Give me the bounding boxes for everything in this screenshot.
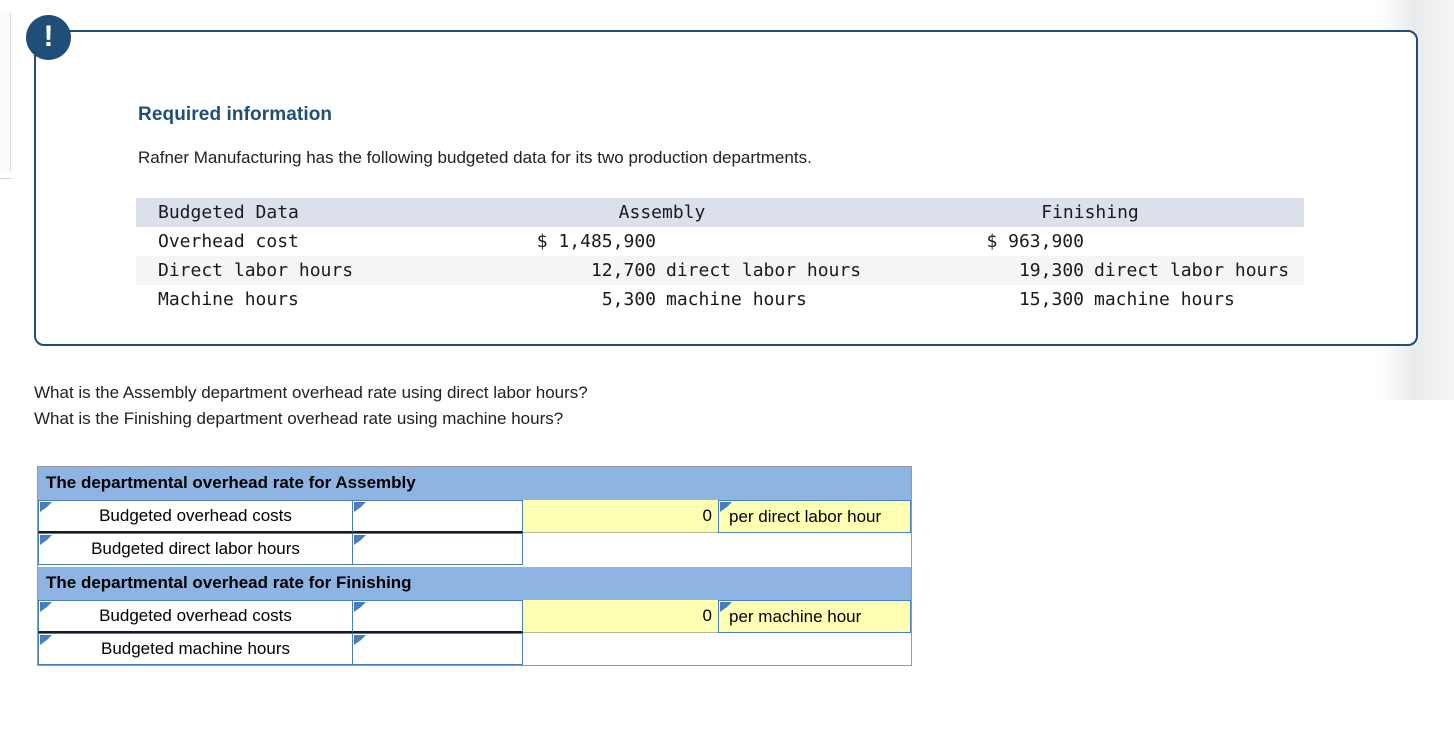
question-text: What is the Assembly department overhead… — [34, 380, 588, 433]
finishing-rate-unit[interactable]: per machine hour — [718, 600, 911, 633]
assembly-rate-result: 0 — [523, 500, 718, 533]
assembly-section-title: The departmental overhead rate for Assem… — [38, 467, 911, 500]
assembly-direct-labor-hours-unit: direct labor hours — [666, 259, 862, 281]
assembly-overhead-cost-unit — [662, 227, 876, 256]
row-label-machine-hours: Machine hours — [158, 289, 299, 310]
header-budgeted-data: Budgeted Data — [158, 202, 299, 223]
assembly-denominator-input[interactable] — [353, 533, 523, 565]
assembly-numerator-input[interactable] — [353, 500, 523, 533]
budgeted-data-table: Budgeted Data Assembly Finishing Overhea… — [136, 198, 1304, 314]
finishing-section-title: The departmental overhead rate for Finis… — [38, 567, 911, 600]
page-title: Required information — [138, 104, 333, 125]
answer-worksheet: The departmental overhead rate for Assem… — [37, 466, 912, 666]
finishing-section-header-row: The departmental overhead rate for Finis… — [38, 567, 911, 600]
finishing-numerator-input[interactable] — [353, 600, 523, 633]
question-line-assembly: What is the Assembly department overhead… — [34, 383, 588, 402]
exclamation-icon: ! — [26, 15, 71, 60]
row-label-overhead-cost: Overhead cost — [158, 231, 299, 252]
assembly-denominator-label: Budgeted direct labor hours — [38, 533, 353, 565]
assembly-machine-hours-unit: machine hours — [666, 288, 807, 310]
question-line-finishing: What is the Finishing department overhea… — [34, 409, 564, 429]
finishing-direct-labor-hours: 19,300 — [1018, 260, 1084, 281]
clipped-left-edge-element — [0, 12, 11, 172]
finishing-denominator-input[interactable] — [353, 633, 523, 665]
finishing-denominator-label: Budgeted machine hours — [38, 633, 353, 665]
assembly-numerator-row: Budgeted overhead costs 0 per direct lab… — [38, 500, 911, 533]
finishing-overhead-cost-unit — [1090, 227, 1304, 256]
finishing-denominator-row: Budgeted machine hours — [38, 633, 911, 665]
table-header-row: Budgeted Data Assembly Finishing — [136, 198, 1304, 227]
assembly-empty-result-cell — [523, 533, 718, 565]
row-label-direct-labor-hours: Direct labor hours — [158, 260, 354, 281]
assembly-empty-unit-cell — [718, 533, 911, 565]
finishing-machine-hours-unit: machine hours — [1094, 289, 1235, 310]
finishing-numerator-label: Budgeted overhead costs — [38, 600, 353, 633]
finishing-empty-unit-cell — [718, 633, 911, 665]
assembly-direct-labor-hours: 12,700 — [590, 260, 656, 281]
required-information-panel: Required information Rafner Manufacturin… — [34, 30, 1418, 346]
finishing-rate-result: 0 — [523, 600, 718, 633]
assembly-overhead-cost: $ 1,485,900 — [536, 231, 656, 252]
finishing-numerator-row: Budgeted overhead costs 0 per machine ho… — [38, 600, 911, 633]
table-row: Overhead cost $ 1,485,900 $ 963,900 — [136, 227, 1304, 256]
assembly-numerator-label: Budgeted overhead costs — [38, 500, 353, 533]
header-assembly: Assembly — [618, 202, 706, 223]
finishing-machine-hours: 15,300 — [1018, 289, 1084, 310]
assembly-rate-unit[interactable]: per direct labor hour — [718, 500, 911, 533]
exclamation-glyph: ! — [43, 19, 54, 53]
table-row: Direct labor hours 12,700 direct labor h… — [136, 256, 1304, 285]
table-row: Machine hours 5,300 machine hours 15,300… — [136, 285, 1304, 314]
finishing-direct-labor-hours-unit: direct labor hours — [1094, 260, 1290, 281]
clipped-left-divider — [0, 178, 12, 179]
assembly-machine-hours: 5,300 — [601, 289, 656, 310]
assembly-denominator-row: Budgeted direct labor hours — [38, 533, 911, 565]
intro-text: Rafner Manufacturing has the following b… — [138, 148, 812, 167]
assembly-section-header-row: The departmental overhead rate for Assem… — [38, 467, 911, 500]
finishing-overhead-cost: $ 963,900 — [986, 231, 1084, 252]
header-finishing: Finishing — [1041, 202, 1139, 223]
finishing-empty-result-cell — [523, 633, 718, 665]
